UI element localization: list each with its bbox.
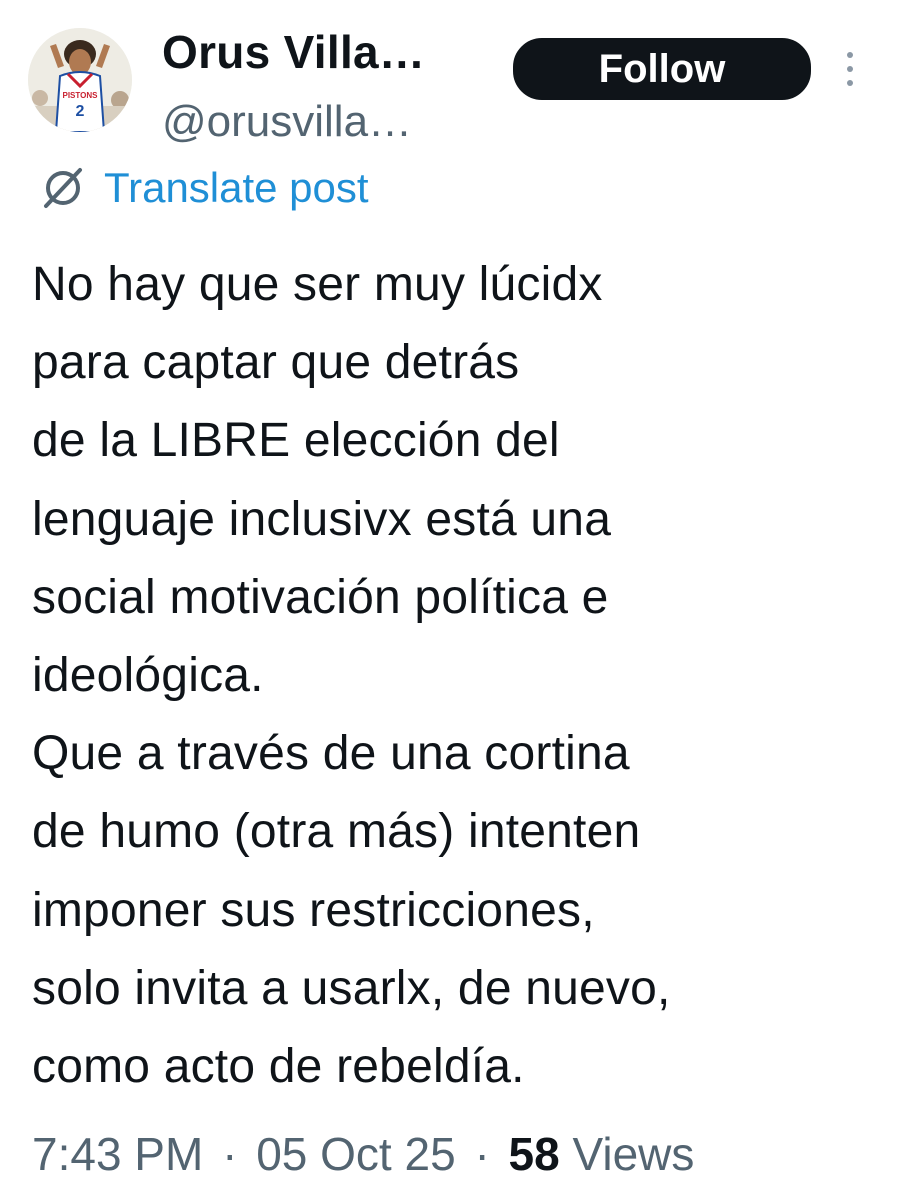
follow-button[interactable]: Follow <box>513 38 811 100</box>
post-text-line: No hay que ser muy lúcidx <box>32 258 603 311</box>
post-text-line: solo invita a usarlx, de nuevo, <box>32 961 671 1015</box>
author-handle[interactable]: @orusvilla… <box>162 94 425 150</box>
avatar[interactable]: PISTONS 2 <box>28 28 132 132</box>
avatar-illustration: PISTONS 2 <box>28 28 132 132</box>
more-vertical-icon[interactable] <box>836 46 864 94</box>
author-names[interactable]: Orus Villa… @orusvilla… <box>162 24 425 150</box>
translate-post-link[interactable]: Translate post <box>36 158 369 218</box>
post-detail: PISTONS 2 Orus Villa… @orusvilla… Follow… <box>0 0 899 1200</box>
post-text-line: social motivación política e <box>32 570 609 624</box>
post-header: PISTONS 2 Orus Villa… @orusvilla… Follow <box>28 24 878 146</box>
meta-separator: · <box>222 1128 238 1180</box>
post-text-line: ideológica. <box>32 649 264 703</box>
post-text-line: para captar que detrás <box>32 336 520 390</box>
post-text-line: de la LIBRE elección del <box>32 414 560 468</box>
avatar-jersey-text: PISTONS <box>63 91 99 100</box>
post-date[interactable]: 05 Oct 25 <box>256 1128 455 1180</box>
post-text-line: lenguaje inclusivx está una <box>32 492 612 546</box>
post-text-line: como acto de rebeldía. <box>32 1040 525 1094</box>
post-text: No hay que ser muy lúcidx para captar qu… <box>32 246 872 1106</box>
avatar-jersey-number: 2 <box>76 103 85 120</box>
post-metadata: 7:43 PM · 05 Oct 25 · 58 Views <box>32 1122 694 1186</box>
author-display-name[interactable]: Orus Villa… <box>162 24 425 80</box>
views-count[interactable]: 58 <box>509 1128 560 1180</box>
meta-separator: · <box>474 1128 490 1180</box>
translate-post-label[interactable]: Translate post <box>104 158 369 218</box>
post-text-line: de humo (otra más) intenten <box>32 805 641 859</box>
post-time[interactable]: 7:43 PM <box>32 1128 203 1180</box>
views-label[interactable]: Views <box>573 1128 695 1180</box>
translate-globe-icon <box>44 168 82 208</box>
post-text-line: imponer sus restricciones, <box>32 883 595 937</box>
post-text-line: Que a través de una cortina <box>32 727 630 781</box>
